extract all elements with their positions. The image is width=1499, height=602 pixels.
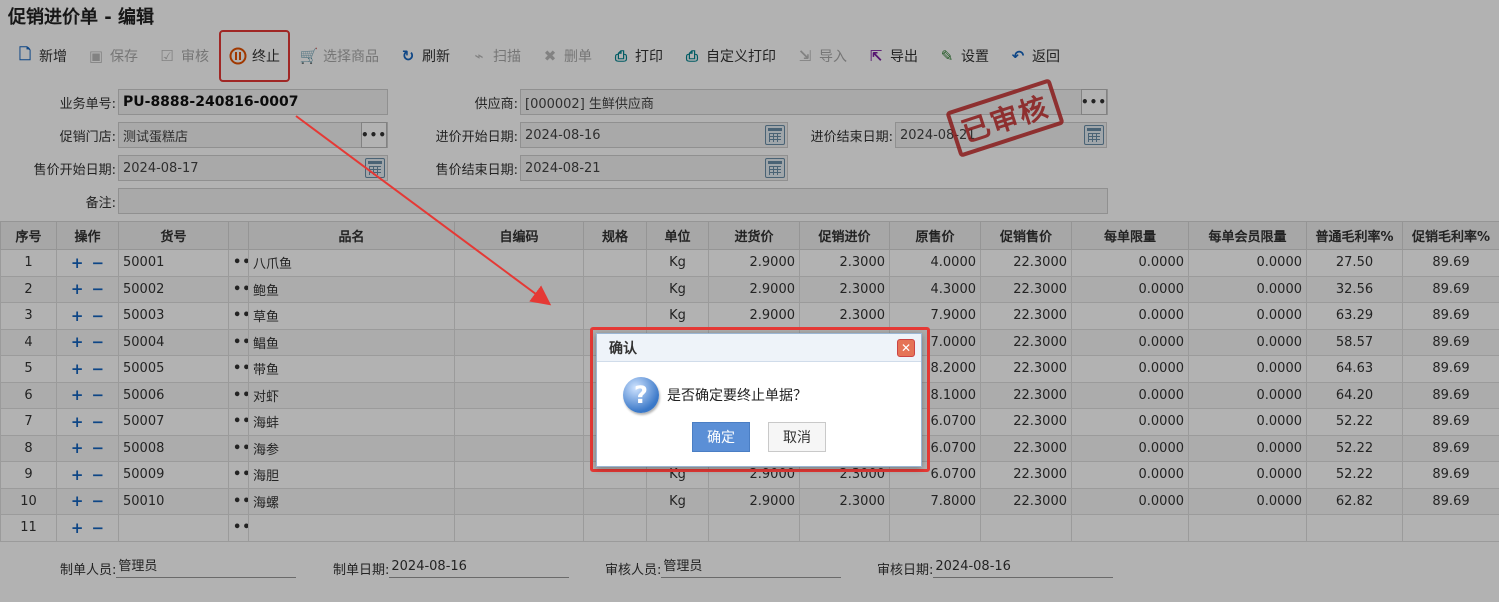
dialog-message: 是否确定要终止单据？ [667,388,807,404]
dialog-body: ? 是否确定要终止单据？ [597,362,921,418]
dialog-buttons: 确定 取消 [597,422,921,452]
dialog-title: 确认 [609,340,637,357]
modal-overlay [0,0,1499,602]
confirm-dialog: 确认 ✕ ? 是否确定要终止单据？ 确定 取消 [596,333,922,467]
confirm-button[interactable]: 确定 [692,422,750,452]
cancel-button[interactable]: 取消 [768,422,826,452]
close-icon[interactable]: ✕ [897,339,915,357]
question-icon: ? [623,377,659,413]
dialog-header: 确认 ✕ [597,334,921,362]
